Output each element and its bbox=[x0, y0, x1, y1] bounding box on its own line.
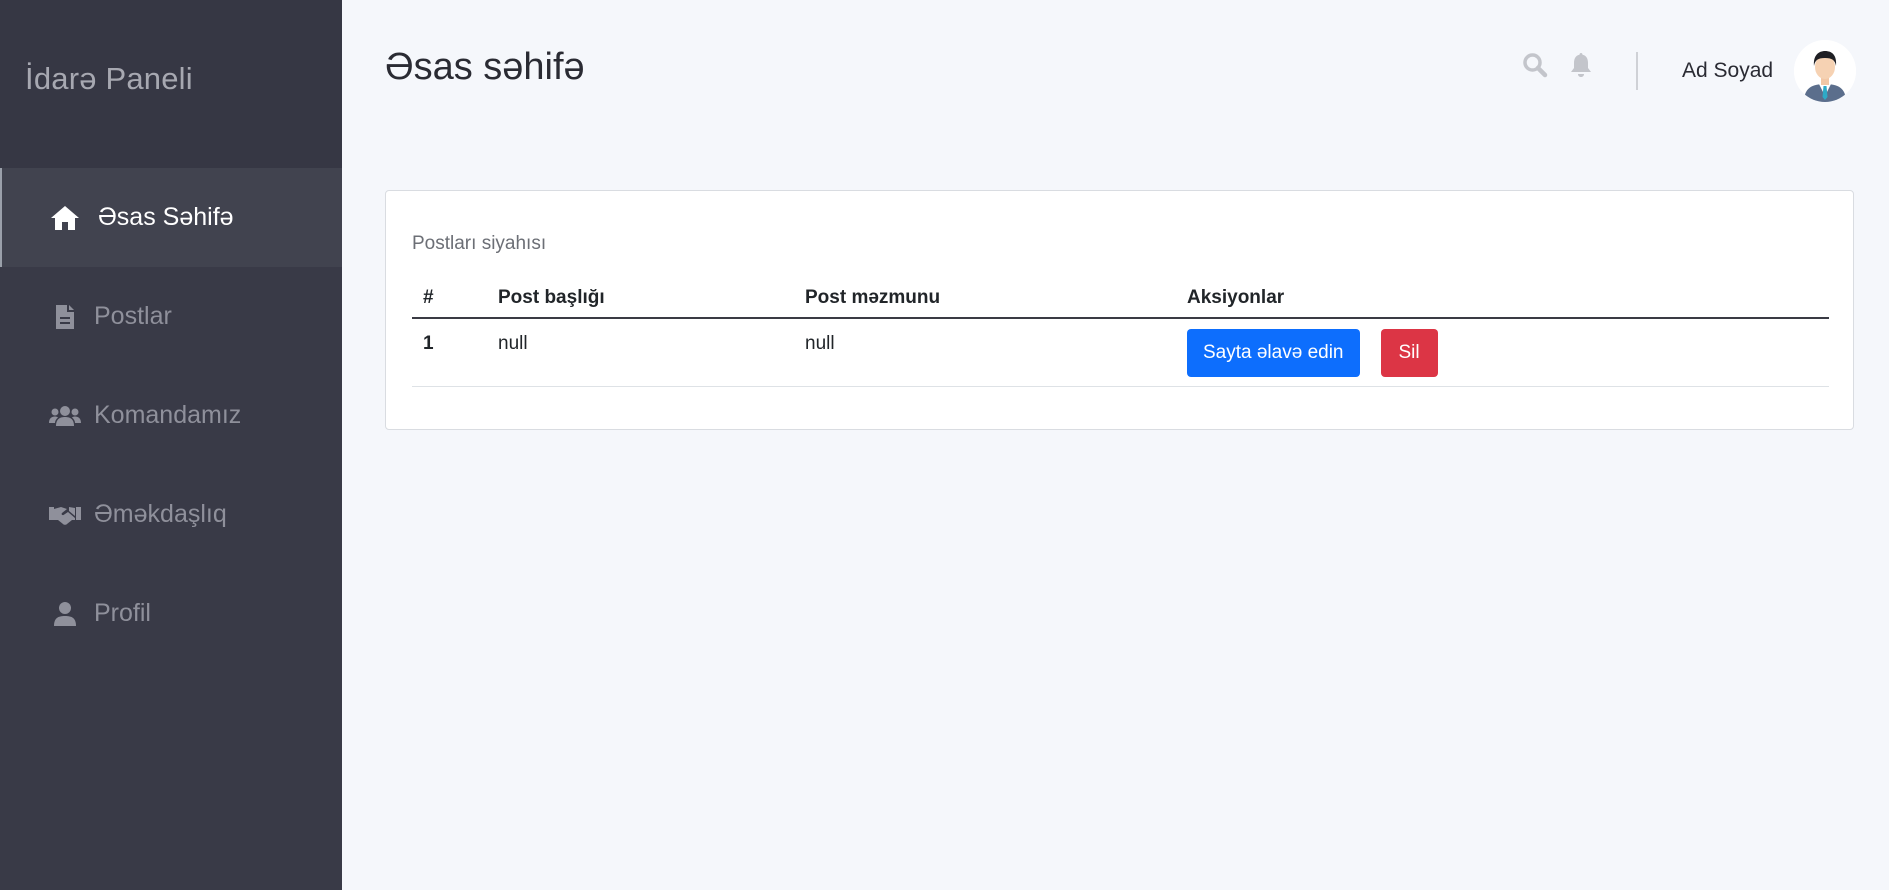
brand: İdarə Paneli bbox=[0, 0, 342, 168]
sidebar-item-label: Profil bbox=[94, 599, 151, 627]
table-row: 1 null null Sayta əlavə edin Sil bbox=[412, 318, 1829, 387]
sidebar-item-label: Postlar bbox=[94, 302, 172, 330]
sidebar-item-partnership[interactable]: Əməkdaşlıq bbox=[0, 465, 342, 564]
column-header-title: Post başlığı bbox=[487, 279, 794, 319]
sidebar: İdarə Paneli Əsas Səhifə Postlar Komanda… bbox=[0, 0, 342, 890]
brand-title[interactable]: İdarə Paneli bbox=[25, 61, 193, 97]
cell-number: 1 bbox=[412, 318, 487, 387]
home-icon bbox=[48, 203, 82, 233]
column-header-number: # bbox=[412, 279, 487, 319]
search-icon[interactable] bbox=[1522, 52, 1548, 78]
sidebar-item-label: Əsas Səhifə bbox=[98, 203, 234, 231]
delete-button[interactable]: Sil bbox=[1380, 329, 1438, 377]
app: İdarə Paneli Əsas Səhifə Postlar Komanda… bbox=[0, 0, 1889, 890]
file-icon bbox=[48, 302, 82, 332]
posts-card: Postları siyahısı # Post başlığı Post mə… bbox=[385, 190, 1854, 430]
users-icon bbox=[48, 401, 82, 431]
bell-icon[interactable] bbox=[1568, 52, 1594, 78]
sidebar-item-posts[interactable]: Postlar bbox=[0, 267, 342, 366]
sidebar-item-team[interactable]: Komandamız bbox=[0, 366, 342, 465]
posts-table: # Post başlığı Post məzmunu Aksiyonlar 1… bbox=[412, 279, 1829, 387]
column-header-content: Post məzmunu bbox=[794, 279, 1176, 319]
sidebar-item-label: Əməkdaşlıq bbox=[94, 500, 227, 528]
header-icons bbox=[1522, 52, 1594, 78]
top-header: Əsas səhifə Ad Soyad bbox=[342, 0, 1889, 145]
sidebar-nav: Əsas Səhifə Postlar Komandamız Əməkdaşlı… bbox=[0, 168, 342, 663]
avatar[interactable] bbox=[1794, 40, 1856, 102]
user-icon bbox=[48, 599, 82, 629]
column-header-actions: Aksiyonlar bbox=[1176, 279, 1829, 319]
header-divider bbox=[1636, 52, 1638, 90]
sidebar-item-home[interactable]: Əsas Səhifə bbox=[0, 168, 342, 267]
user-name[interactable]: Ad Soyad bbox=[1682, 59, 1773, 83]
sidebar-item-label: Komandamız bbox=[94, 401, 242, 429]
card-caption: Postları siyahısı bbox=[412, 233, 547, 254]
cell-content: null bbox=[794, 318, 1176, 387]
page-title: Əsas səhifə bbox=[385, 46, 585, 88]
sidebar-item-profile[interactable]: Profil bbox=[0, 564, 342, 663]
cell-actions: Sayta əlavə edin Sil bbox=[1176, 318, 1829, 387]
cell-title: null bbox=[487, 318, 794, 387]
add-to-site-button[interactable]: Sayta əlavə edin bbox=[1187, 329, 1360, 377]
handshake-icon bbox=[48, 500, 82, 530]
table-header-row: # Post başlığı Post məzmunu Aksiyonlar bbox=[412, 279, 1829, 319]
